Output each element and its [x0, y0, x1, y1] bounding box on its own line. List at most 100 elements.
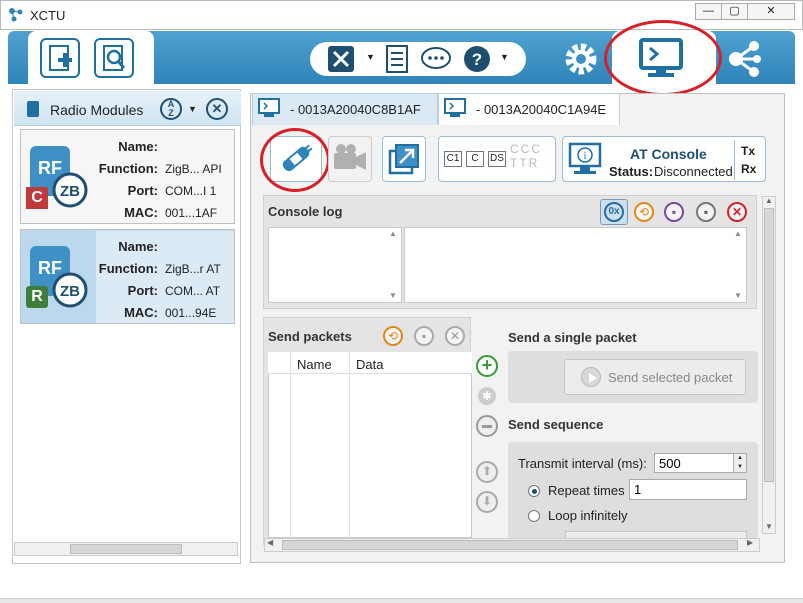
- repeat-times-label: Repeat times: [548, 483, 625, 498]
- name-label: Name:: [118, 139, 158, 154]
- module-chip-icon: [24, 99, 42, 119]
- svg-text:RF: RF: [38, 158, 62, 178]
- horizontal-scrollbar-thumb[interactable]: [282, 540, 738, 550]
- tools-dropdown-icon[interactable]: ▼: [366, 52, 375, 62]
- column-header-data[interactable]: Data: [356, 357, 383, 372]
- maximize-button[interactable]: ▢: [721, 3, 748, 20]
- function-label: Function:: [98, 261, 158, 276]
- function-label: Function:: [98, 161, 158, 176]
- add-module-icon[interactable]: [40, 38, 80, 78]
- module-mac-value: 001...94E: [165, 306, 217, 320]
- scrollbar-thumb[interactable]: [70, 544, 182, 554]
- delete-packets-icon[interactable]: ✕: [445, 326, 465, 346]
- svg-text:?: ?: [472, 50, 482, 69]
- transmit-interval-label: Transmit interval (ms):: [518, 456, 647, 471]
- port-label: Port:: [127, 283, 158, 298]
- scroll-down-arrow-icon[interactable]: ▼: [389, 291, 397, 300]
- vertical-scrollbar-thumb[interactable]: [764, 208, 774, 482]
- console-mode-label: AT Console: [630, 146, 707, 162]
- sort-dropdown-icon[interactable]: ▼: [188, 104, 197, 114]
- edit-packet-gear-icon[interactable]: ✱: [478, 387, 496, 405]
- name-label: Name:: [118, 239, 158, 254]
- column-divider: [290, 352, 291, 538]
- transmit-interval-input[interactable]: [654, 453, 734, 473]
- column-header-name[interactable]: Name: [297, 357, 332, 372]
- help-icon[interactable]: ?: [462, 44, 492, 74]
- save-log-icon[interactable]: ▪: [664, 202, 684, 222]
- router-role-badge: R: [26, 286, 48, 308]
- clear-console-icon[interactable]: ✕: [727, 202, 747, 222]
- status-label: Status:: [609, 164, 654, 179]
- help-dropdown-icon[interactable]: ▼: [500, 52, 509, 62]
- repeat-times-radio[interactable]: [528, 485, 540, 497]
- module-port-value: COM... AT: [165, 284, 221, 298]
- remove-packet-icon[interactable]: [476, 415, 498, 437]
- play-icon: [581, 367, 601, 387]
- remove-all-modules-icon[interactable]: ✕: [206, 98, 228, 120]
- tab-label: - 0013A20040C1A94E: [476, 102, 607, 117]
- network-mode-icon[interactable]: [722, 38, 764, 80]
- move-down-icon[interactable]: ⬇: [476, 491, 498, 513]
- tools-icon[interactable]: [326, 44, 360, 74]
- status-value: Disconnected: [654, 164, 733, 179]
- scroll-down-arrow-icon[interactable]: ▼: [734, 291, 742, 300]
- console-tab-icon: [444, 98, 468, 118]
- console-log-title: Console log: [268, 204, 343, 219]
- loop-infinitely-radio[interactable]: [528, 510, 540, 522]
- feedback-chat-icon[interactable]: [420, 44, 454, 74]
- configuration-mode-gear-icon[interactable]: [560, 38, 602, 80]
- svg-text:RF: RF: [38, 258, 62, 278]
- module-port-value: COM...I 1: [165, 184, 217, 198]
- console-hex-pane[interactable]: [268, 227, 402, 303]
- save-packets-icon[interactable]: ▪: [414, 326, 434, 346]
- frame-button-ds[interactable]: DS: [488, 151, 506, 167]
- scroll-up-arrow-icon[interactable]: ▲: [765, 196, 773, 205]
- window-bottom-border: [0, 598, 803, 603]
- rx-indicator: Rx: [741, 162, 757, 176]
- minimize-button[interactable]: —: [695, 3, 722, 20]
- move-up-icon[interactable]: ⬆: [476, 461, 498, 483]
- scroll-up-arrow-icon[interactable]: ▲: [734, 229, 742, 238]
- coordinator-role-badge: C: [26, 187, 48, 209]
- module-function-value: ZigB... API: [165, 162, 222, 176]
- tx-indicator: Tx: [741, 144, 756, 158]
- highlight-circle-connect: [260, 128, 330, 192]
- column-divider: [349, 352, 350, 538]
- sort-az-icon[interactable]: AZ: [160, 98, 182, 120]
- mac-label: MAC:: [124, 305, 158, 320]
- module-function-value: ZigB...r AT: [165, 262, 221, 276]
- port-label: Port:: [127, 183, 158, 198]
- scroll-up-arrow-icon[interactable]: ▲: [389, 229, 397, 238]
- frame-button-c[interactable]: C: [466, 151, 484, 167]
- svg-text:i: i: [584, 151, 587, 162]
- close-window-button[interactable]: ✕: [747, 3, 795, 20]
- single-packet-title: Send a single packet: [508, 330, 637, 345]
- frame-button-c1[interactable]: C1: [444, 151, 462, 167]
- info-monitor-icon: i: [568, 142, 602, 176]
- loop-infinitely-label: Loop infinitely: [548, 508, 628, 523]
- console-ascii-pane[interactable]: [404, 227, 747, 303]
- console-tab-icon: [258, 98, 282, 118]
- packets-table: [268, 352, 472, 538]
- scroll-right-arrow-icon[interactable]: ▶: [747, 538, 753, 547]
- window-title: XCTU: [30, 8, 66, 23]
- lock-icon[interactable]: ▪: [696, 202, 716, 222]
- scroll-left-arrow-icon[interactable]: ◀: [267, 538, 273, 547]
- send-packets-title: Send packets: [268, 329, 352, 344]
- module-mac-value: 001...1AF: [165, 206, 218, 220]
- hex-icon: 0x: [604, 202, 624, 222]
- clear-session-icon[interactable]: ⟲: [634, 202, 654, 222]
- record-session-button[interactable]: [328, 136, 372, 182]
- add-packet-icon[interactable]: +: [476, 355, 498, 377]
- load-packets-icon[interactable]: ⟲: [383, 326, 403, 346]
- mac-label: MAC:: [124, 205, 158, 220]
- interval-spinner[interactable]: ▲ ▼: [733, 453, 747, 473]
- status-divider: [734, 140, 735, 180]
- profile-list-icon[interactable]: [384, 44, 412, 74]
- xctu-logo-icon: [8, 7, 24, 23]
- highlight-circle-consoles: [604, 20, 722, 96]
- scroll-down-arrow-icon[interactable]: ▼: [765, 522, 773, 531]
- repeat-times-input[interactable]: [629, 479, 747, 500]
- discover-modules-icon[interactable]: [94, 38, 134, 78]
- detach-console-button[interactable]: [382, 136, 426, 182]
